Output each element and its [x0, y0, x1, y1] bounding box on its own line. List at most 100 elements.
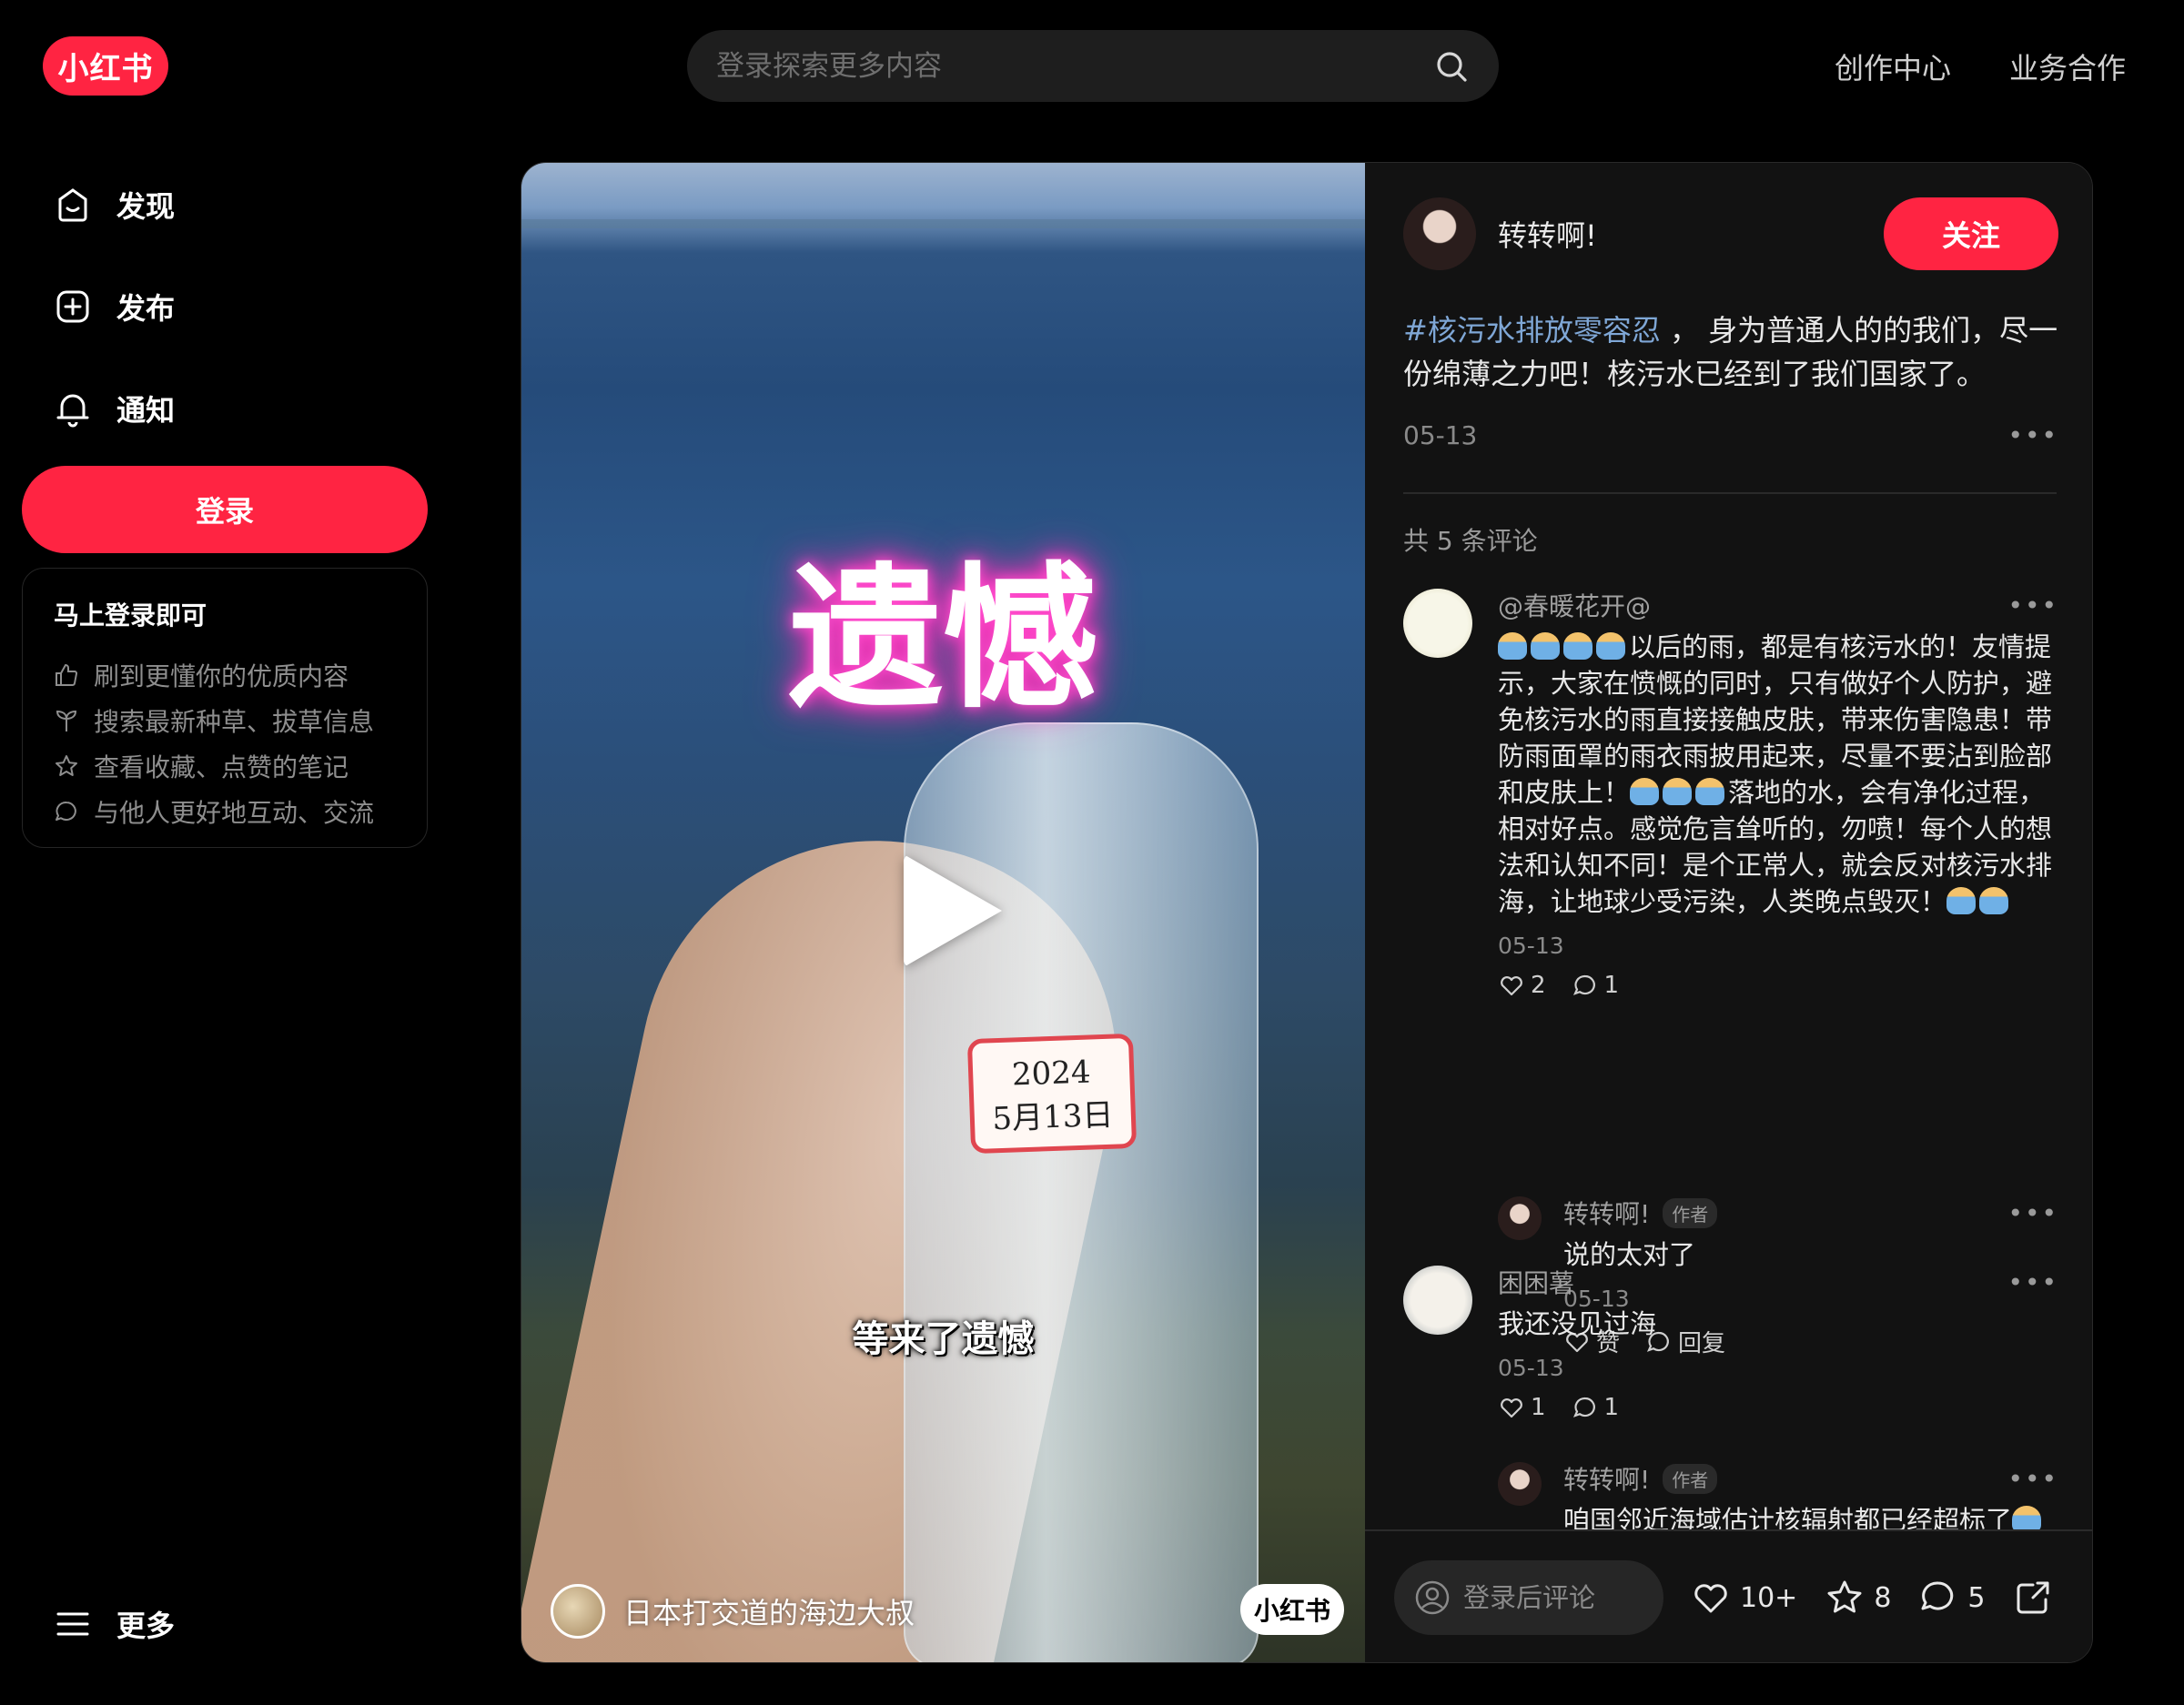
benefit-item: 刷到更懂你的优质内容: [54, 652, 396, 698]
heart-icon: [1501, 1398, 1522, 1418]
more-label: 更多: [116, 1609, 176, 1643]
like-button[interactable]: 10+: [1691, 1578, 1797, 1618]
note-description: #核污水排放零容忍 ， 身为普通人的的我们，尽一份绵薄之力吧！核污水已经到了我们…: [1403, 308, 2058, 396]
nav-label: 发现: [116, 189, 176, 224]
bottle-date-tag: 2024 5月13日: [966, 1033, 1138, 1155]
more-options-icon[interactable]: •••: [2007, 420, 2058, 450]
date-tag-day: 5月13日: [991, 1096, 1115, 1138]
like-button[interactable]: 2: [1498, 972, 1546, 999]
comment-input[interactable]: [1463, 1582, 1643, 1613]
emoji-icon: [1563, 632, 1592, 660]
emoji-icon: [1596, 632, 1625, 660]
nav-item-notifications[interactable]: 通知: [53, 388, 175, 429]
like-count: 2: [1531, 972, 1546, 999]
author-badge: 作者: [1663, 1197, 1718, 1228]
reply-button[interactable]: 1: [1572, 1394, 1620, 1421]
like-button[interactable]: 1: [1498, 1394, 1546, 1421]
nav-label: 通知: [116, 393, 176, 428]
logo[interactable]: 小红书: [43, 36, 168, 96]
comment-total: 5: [1967, 1581, 1986, 1614]
more-menu-button[interactable]: 更多: [53, 1603, 175, 1645]
video-subtitle: 等来了遗憾: [852, 1318, 1035, 1360]
collect-count: 8: [1874, 1581, 1892, 1614]
benefit-text: 搜索最新种草、拔草信息: [94, 707, 375, 737]
chat-icon: [1572, 1397, 1595, 1417]
like-count: 1: [1531, 1394, 1546, 1421]
nav-label: 发布: [116, 291, 176, 326]
comment-text: 我还没见过海: [1498, 1308, 1657, 1339]
comment-button[interactable]: 5: [1918, 1578, 1986, 1618]
note-date: 05-13: [1403, 420, 1478, 450]
star-icon: [56, 755, 77, 776]
avatar[interactable]: [1498, 1196, 1542, 1240]
engagement-bar: 10+ 8 5: [1365, 1529, 2092, 1662]
business-link[interactable]: 业务合作: [2009, 45, 2126, 87]
comment-count: 共 5 条评论: [1403, 526, 1538, 556]
note-author-row: 转转啊! 关注: [1403, 197, 2058, 270]
emoji-icon: [1498, 632, 1527, 660]
reply-button[interactable]: 1: [1572, 972, 1620, 999]
comments-scroll-area[interactable]: 转转啊! 关注 #核污水排放零容忍 ， 身为普通人的的我们，尽一份绵薄之力吧！核…: [1365, 163, 2092, 1529]
replier-name[interactable]: 转转啊!: [1563, 1460, 1650, 1497]
comment-text: 以后的雨，都是有核污水的！友情提示，大家在愤慨的同时，只有做好个人防护，避免核污…: [1498, 629, 2058, 920]
search-input[interactable]: [716, 49, 1433, 83]
comment-actions: 1 1: [1498, 1394, 2058, 1421]
emoji-icon: [2012, 1506, 2042, 1529]
avatar[interactable]: [1498, 1462, 1542, 1506]
emoji-icon: [1695, 778, 1725, 805]
more-options-icon[interactable]: •••: [2007, 1464, 2058, 1494]
comment-input-box[interactable]: [1394, 1560, 1663, 1635]
home-icon: [58, 188, 87, 222]
date-tag-year: 2024: [1011, 1054, 1092, 1094]
emoji-icon: [1946, 887, 1977, 914]
star-icon: [1827, 1580, 1862, 1613]
emoji-icon: [1531, 632, 1560, 660]
thumb-up-icon: [56, 663, 78, 686]
video-author: 日本打交道的海边大叔: [551, 1584, 915, 1639]
creator-center-link[interactable]: 创作中心: [1835, 45, 1951, 87]
more-options-icon[interactable]: •••: [2007, 590, 2058, 620]
share-icon: [2017, 1581, 2048, 1614]
avatar[interactable]: [1403, 1266, 1472, 1335]
author-name[interactable]: 转转啊!: [1498, 213, 1884, 255]
commenter-name[interactable]: @春暖花开@: [1498, 587, 1651, 623]
benefit-item: 查看收藏、点赞的笔记: [54, 743, 396, 789]
chat-icon: [1921, 1581, 1954, 1610]
note-meta-row: 05-13 •••: [1403, 420, 2058, 450]
horizon: [521, 219, 1365, 228]
hashtag-link[interactable]: #核污水排放零容忍: [1403, 313, 1661, 348]
reply-text-part: 咱国邻近海域估计核辐射都已经超标了: [1563, 1505, 2013, 1529]
menu-icon: [56, 1612, 89, 1636]
login-button[interactable]: 登录: [22, 466, 428, 553]
video-player[interactable]: 2024 5月13日 遗憾 等来了遗憾 日本打交道的海边大叔 小红书: [521, 163, 1365, 1662]
bell-icon: [56, 394, 89, 428]
follow-button[interactable]: 关注: [1884, 197, 2058, 270]
more-options-icon[interactable]: •••: [2007, 1267, 2058, 1297]
reply-count: 1: [1603, 1394, 1620, 1421]
login-prompt-card: 马上登录即可 刷到更懂你的优质内容 搜索最新种草、拔草信息 查看收藏、点赞的笔记…: [22, 568, 428, 848]
avatar: [551, 1584, 605, 1639]
benefit-text: 刷到更懂你的优质内容: [94, 661, 349, 691]
reply-count: 1: [1603, 972, 1620, 999]
comment-date: 05-13: [1498, 1355, 1564, 1381]
replier-name[interactable]: 转转啊!: [1563, 1195, 1650, 1231]
emoji-icon: [1663, 778, 1693, 805]
more-options-icon[interactable]: •••: [2007, 1198, 2058, 1228]
divider: [1403, 492, 2057, 494]
search-bar[interactable]: [687, 30, 1499, 102]
search-icon[interactable]: [1433, 48, 1470, 85]
avatar[interactable]: [1403, 197, 1476, 270]
collect-button[interactable]: 8: [1825, 1578, 1891, 1618]
nav-item-discover[interactable]: 发现: [53, 184, 175, 226]
commenter-name[interactable]: 困困薯: [1498, 1264, 1574, 1300]
chat-icon: [1572, 974, 1595, 995]
video-overlay-title: 遗憾: [788, 550, 1098, 730]
avatar[interactable]: [1403, 589, 1472, 658]
nav-item-publish[interactable]: 发布: [53, 286, 175, 328]
play-icon[interactable]: [904, 854, 1002, 967]
user-icon: [1415, 1580, 1450, 1615]
benefit-item: 与他人更好地互动、交流: [54, 789, 396, 834]
share-button[interactable]: [2013, 1578, 2053, 1618]
note-side-panel: 转转啊! 关注 #核污水排放零容忍 ， 身为普通人的的我们，尽一份绵薄之力吧！核…: [1365, 163, 2092, 1662]
sprout-icon: [56, 710, 77, 731]
